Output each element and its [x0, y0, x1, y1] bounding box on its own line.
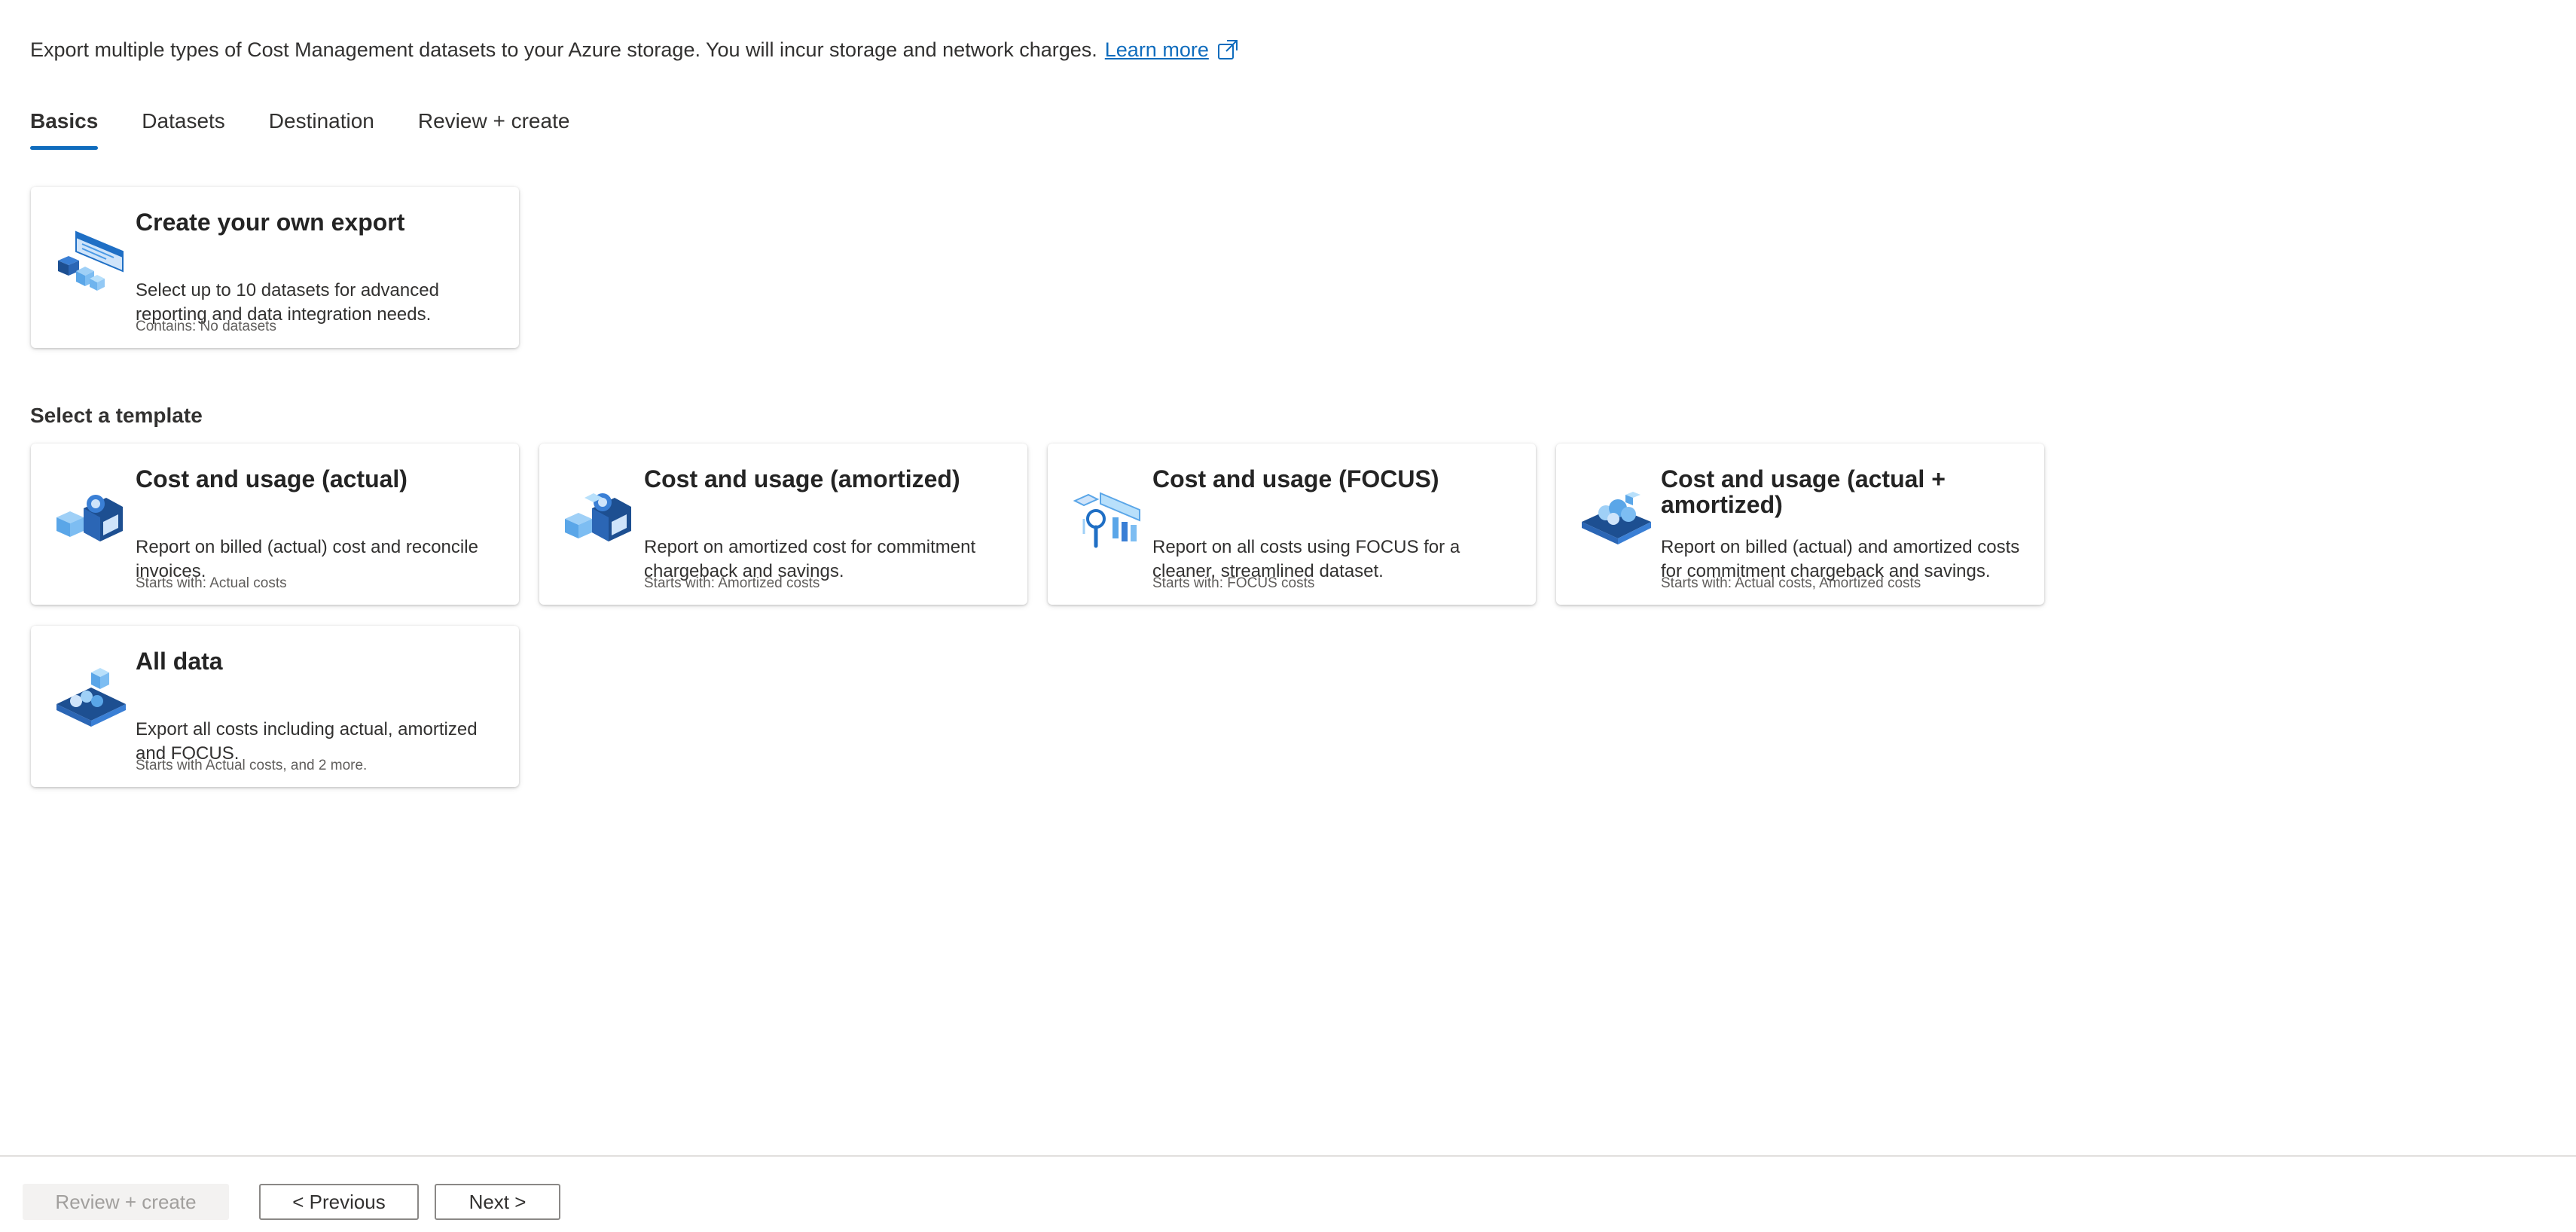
amortized-cost-illustration-icon — [565, 493, 631, 541]
learn-more-link[interactable]: Learn more — [1105, 35, 1209, 65]
custom-export-illustration-icon — [58, 230, 124, 291]
card-meta: Starts with: FOCUS costs — [1152, 575, 1315, 591]
tab-datasets[interactable]: Datasets — [142, 105, 225, 152]
card-title: Cost and usage (actual) — [136, 465, 407, 492]
tab-review-create[interactable]: Review + create — [418, 105, 570, 152]
actual-cost-illustration-icon — [56, 495, 123, 541]
card-title: Cost and usage (amortized) — [644, 465, 960, 492]
create-own-export-card[interactable]: Create your own export Select up to 10 d… — [31, 187, 519, 348]
focus-cost-illustration-icon — [1073, 492, 1140, 548]
card-meta: Starts with: Amortized costs — [644, 575, 820, 591]
template-card-actual-amortized[interactable]: Cost and usage (actual + amortized) Repo… — [1556, 444, 2044, 605]
footer-divider — [0, 1155, 2576, 1157]
select-template-heading: Select a template — [30, 404, 203, 427]
tab-basics[interactable]: Basics — [30, 105, 99, 152]
card-title: All data — [136, 648, 223, 675]
tab-destination[interactable]: Destination — [269, 105, 374, 152]
template-card-amortized[interactable]: Cost and usage (amortized) Report on amo… — [539, 444, 1027, 605]
card-title: Cost and usage (actual + amortized) — [1661, 465, 1946, 518]
card-meta: Contains: No datasets — [136, 319, 276, 334]
card-meta: Starts with: Actual costs, Amortized cos… — [1661, 575, 1921, 591]
template-card-focus[interactable]: Cost and usage (FOCUS) Report on all cos… — [1048, 444, 1536, 605]
template-card-all-data[interactable]: All data Export all costs including actu… — [31, 626, 519, 787]
intro-text: Export multiple types of Cost Management… — [30, 38, 1097, 61]
next-button[interactable]: Next > — [435, 1184, 560, 1220]
card-meta: Starts with: Actual costs — [136, 575, 287, 591]
actual-amortized-illustration-icon — [1582, 492, 1651, 544]
export-wizard-page: Export multiple types of Cost Management… — [0, 0, 2576, 1232]
card-title: Create your own export — [136, 209, 405, 236]
intro-banner: Export multiple types of Cost Management… — [30, 35, 1239, 65]
card-title: Cost and usage (FOCUS) — [1152, 465, 1439, 492]
template-card-actual[interactable]: Cost and usage (actual) Report on billed… — [31, 444, 519, 605]
wizard-tabs: Basics Datasets Destination Review + cre… — [30, 105, 613, 152]
review-create-button[interactable]: Review + create — [23, 1184, 229, 1220]
all-data-illustration-icon — [56, 668, 126, 727]
external-link-icon[interactable] — [1216, 38, 1239, 61]
card-meta: Starts with Actual costs, and 2 more. — [136, 758, 368, 773]
previous-button[interactable]: < Previous — [259, 1184, 419, 1220]
